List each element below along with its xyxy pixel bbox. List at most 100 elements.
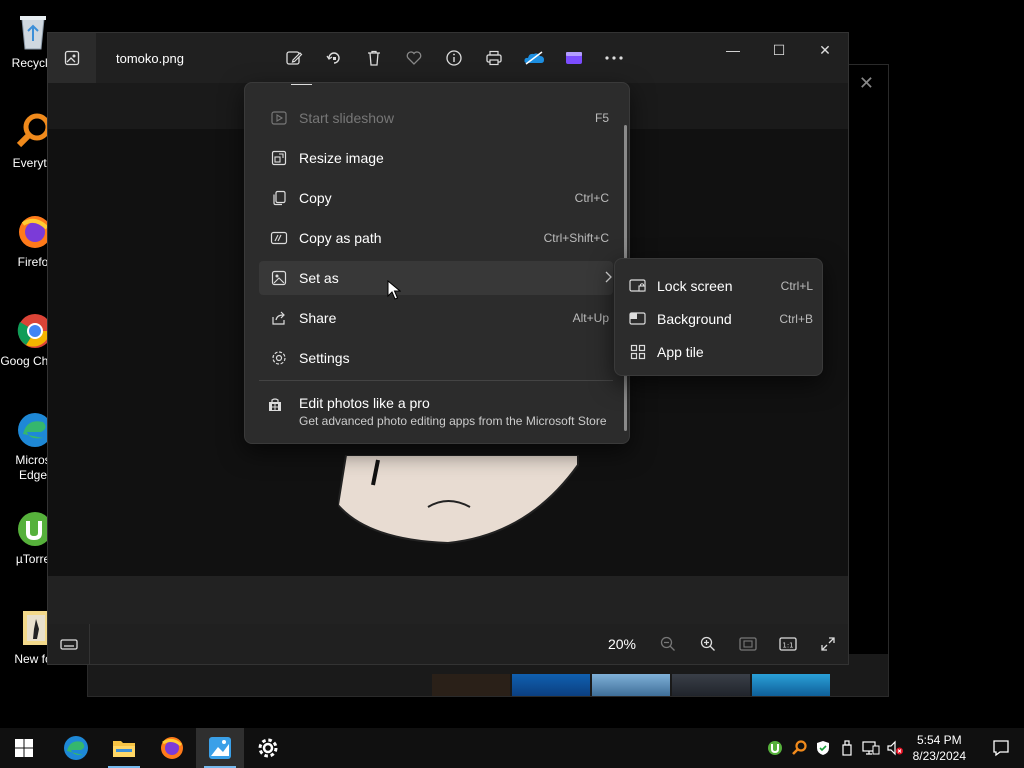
share-icon (267, 310, 291, 326)
menu-item-copy-as-path[interactable]: Copy as path Ctrl+Shift+C (259, 221, 613, 255)
store-icon (267, 397, 289, 428)
set-as-icon (267, 270, 291, 286)
menu-item-label: Start slideshow (299, 110, 394, 126)
system-tray: 5:54 PM 8/23/2024 (763, 728, 1024, 768)
image-content (338, 455, 579, 545)
clock-time: 5:54 PM (916, 733, 962, 747)
menu-item-label: Settings (299, 350, 350, 366)
menu-item-shortcut: Alt+Up (572, 311, 609, 325)
menu-item-label: Resize image (299, 150, 384, 166)
menu-item-start-slideshow[interactable]: Start slideshow F5 (259, 101, 613, 135)
usb-device-icon[interactable] (835, 728, 859, 768)
print-icon[interactable] (474, 46, 514, 70)
favorite-icon[interactable] (394, 46, 434, 70)
menu-item-set-as[interactable]: Set as (259, 261, 613, 295)
slideshow-icon (267, 111, 291, 125)
filmstrip-toggle-icon[interactable] (48, 624, 90, 664)
thumbnail[interactable] (592, 674, 670, 696)
svg-text:1:1: 1:1 (782, 642, 793, 650)
zoom-level[interactable]: 20% (608, 636, 636, 652)
minimize-button[interactable]: — (710, 33, 756, 67)
menu-item-label: Share (299, 310, 337, 326)
rotate-icon[interactable] (314, 46, 354, 70)
more-icon[interactable] (594, 46, 634, 70)
thumbnail[interactable] (752, 674, 830, 696)
menu-item-microsoft-store-promo[interactable]: Edit photos like a pro Get advanced phot… (267, 395, 613, 428)
start-button[interactable] (0, 728, 48, 768)
thumbnail[interactable] (512, 674, 590, 696)
security-shield-icon[interactable] (811, 728, 835, 768)
menu-item-resize-image[interactable]: Resize image (259, 141, 613, 175)
taskbar-file-explorer[interactable] (100, 728, 148, 768)
settings-icon (267, 350, 291, 366)
copy-icon (267, 190, 291, 206)
bottom-bar: 20% 1:1 (48, 624, 848, 664)
menu-item-shortcut: Ctrl+C (574, 191, 609, 205)
edit-icon[interactable] (274, 46, 314, 70)
menu-item-label: Copy as path (299, 230, 382, 246)
chevron-right-icon (603, 271, 613, 286)
zoom-out-icon[interactable] (648, 624, 688, 664)
delete-icon[interactable] (354, 46, 394, 70)
firefox-icon (161, 737, 183, 759)
taskbar-photos[interactable] (196, 728, 244, 768)
context-menu: ⎯⎯⎯ Start slideshow F5 Resize image Copy… (244, 82, 630, 444)
settings-icon (258, 738, 278, 758)
notification-center-icon[interactable] (978, 728, 1024, 768)
onedrive-icon[interactable] (514, 46, 554, 70)
submenu-item-label: Background (657, 311, 732, 327)
window-controls: — ☐ ✕ (710, 33, 848, 67)
file-name: tomoko.png (116, 50, 184, 66)
volume-muted-icon[interactable] (883, 728, 907, 768)
submenu-item-label: App tile (657, 344, 704, 360)
promo-title: Edit photos like a pro (299, 395, 430, 411)
save-as-partial[interactable]: ⎯⎯⎯ (291, 83, 312, 92)
submenu-item-app-tile[interactable]: App tile (627, 337, 813, 367)
toolbar (274, 46, 634, 70)
clock-date: 8/23/2024 (912, 749, 966, 763)
everything-search-icon[interactable] (787, 728, 811, 768)
clock[interactable]: 5:54 PM 8/23/2024 (913, 732, 966, 764)
submenu-item-shortcut: Ctrl+B (779, 312, 813, 326)
close-button[interactable]: ✕ (802, 33, 848, 67)
photos-app-icon[interactable] (48, 33, 96, 83)
taskbar-edge[interactable] (52, 728, 100, 768)
app-tile-icon (627, 344, 649, 360)
close-icon[interactable]: ✕ (859, 73, 874, 94)
fit-to-window-icon[interactable] (728, 624, 768, 664)
promo-subtitle: Get advanced photo editing apps from the… (299, 414, 607, 428)
menu-item-shortcut: F5 (594, 111, 609, 125)
fullscreen-icon[interactable] (808, 624, 848, 664)
zoom-controls: 20% 1:1 (608, 624, 848, 664)
mouse-cursor (387, 279, 402, 305)
taskbar: 5:54 PM 8/23/2024 (0, 728, 1024, 768)
filmstrip (48, 576, 848, 624)
thumbnail[interactable] (432, 674, 510, 696)
menu-item-share[interactable]: Share Alt+Up (259, 301, 613, 335)
folder-icon (113, 741, 135, 757)
utorrent-icon[interactable] (763, 728, 787, 768)
menu-item-settings[interactable]: Settings (259, 341, 613, 375)
lock-screen-icon (627, 279, 649, 293)
menu-item-copy[interactable]: Copy Ctrl+C (259, 181, 613, 215)
resize-icon (267, 150, 291, 166)
thumbnail[interactable] (672, 674, 750, 696)
network-icon[interactable] (859, 728, 883, 768)
submenu-item-label: Lock screen (657, 278, 733, 294)
windows-logo-icon (15, 739, 33, 757)
background-icon (627, 312, 649, 326)
maximize-button[interactable]: ☐ (756, 33, 802, 67)
taskbar-firefox[interactable] (148, 728, 196, 768)
photos-icon (209, 737, 231, 759)
menu-item-shortcut: Ctrl+Shift+C (543, 231, 609, 245)
title-bar: tomoko.png — ☐ ✕ (48, 33, 848, 83)
copy-path-icon (267, 231, 291, 245)
zoom-in-icon[interactable] (688, 624, 728, 664)
submenu-item-lock-screen[interactable]: Lock screen Ctrl+L (627, 271, 813, 301)
edge-icon (64, 736, 88, 760)
clipchamp-icon[interactable] (554, 46, 594, 70)
actual-size-icon[interactable]: 1:1 (768, 624, 808, 664)
taskbar-settings[interactable] (244, 728, 292, 768)
info-icon[interactable] (434, 46, 474, 70)
submenu-item-background[interactable]: Background Ctrl+B (627, 304, 813, 334)
